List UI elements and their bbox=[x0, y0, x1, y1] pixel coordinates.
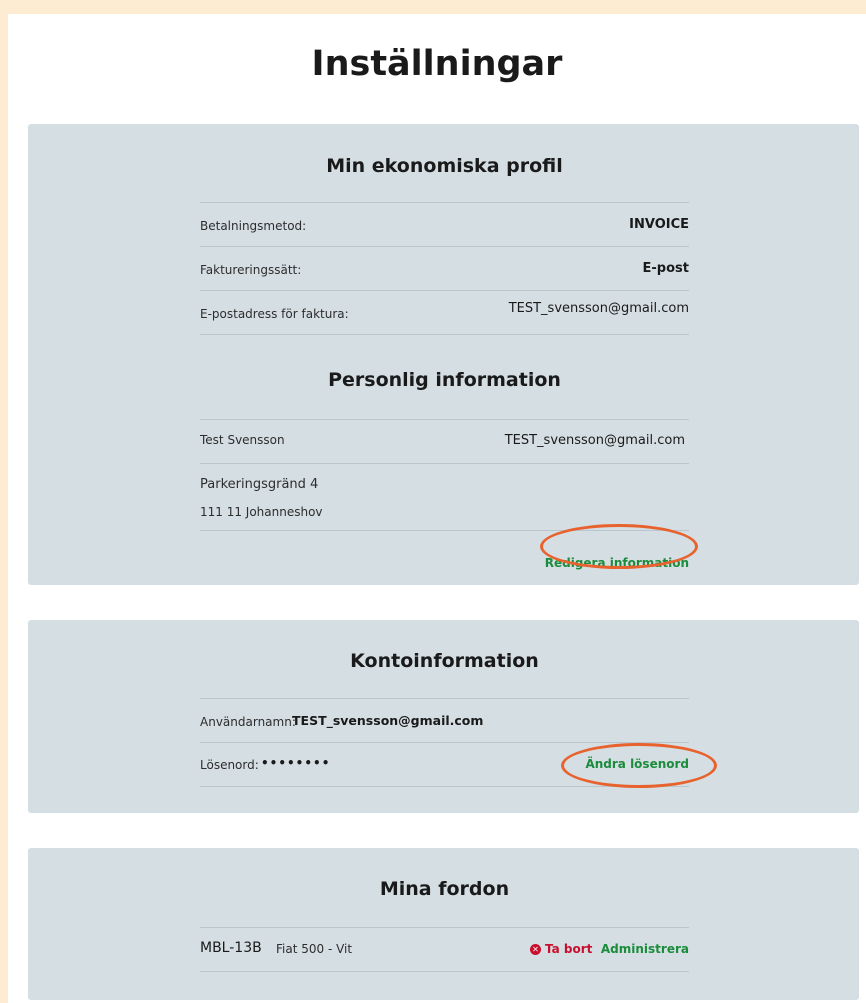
account-panel: Kontoinformation Användarnamn: TEST_sven… bbox=[28, 620, 859, 813]
vehicle-model: Fiat 500 - Vit bbox=[276, 942, 353, 956]
password-label: Lösenord: bbox=[200, 758, 259, 772]
page-title: Inställningar bbox=[311, 44, 563, 84]
account-info-title: Kontoinformation bbox=[350, 650, 539, 672]
personal-address-row: Parkeringsgränd 4 111 11 Johanneshov bbox=[200, 463, 689, 531]
remove-vehicle-button[interactable]: ✕ Ta bort bbox=[530, 942, 592, 956]
username-value: TEST_svensson@gmail.com bbox=[292, 713, 484, 728]
settings-page: Inställningar Min ekonomiska profil Beta… bbox=[8, 14, 866, 1003]
x-circle-icon: ✕ bbox=[530, 944, 541, 955]
payment-method-label: Betalningsmetod: bbox=[200, 219, 307, 233]
manage-vehicle-link[interactable]: Administrera bbox=[601, 942, 689, 956]
username-label: Användarnamn: bbox=[200, 715, 296, 729]
personal-info-title: Personlig information bbox=[328, 369, 561, 391]
billing-method-row: Faktureringssätt: E-post bbox=[200, 246, 689, 290]
invoice-email-value: TEST_svensson@gmail.com bbox=[508, 301, 689, 316]
personal-name-row: Test Svensson TEST_svensson@gmail.com bbox=[200, 419, 689, 463]
vehicle-row: MBL-13B Fiat 500 - Vit ✕ Ta bort Administ… bbox=[200, 927, 689, 972]
profile-panel: Min ekonomiska profil Betalningsmetod: I… bbox=[28, 124, 859, 585]
password-value: •••••••• bbox=[261, 756, 331, 770]
edit-information-link[interactable]: Redigera information bbox=[545, 556, 689, 570]
economic-profile-title: Min ekonomiska profil bbox=[326, 155, 563, 177]
billing-method-value: E-post bbox=[642, 261, 689, 276]
vehicles-panel: Mina fordon MBL-13B Fiat 500 - Vit ✕ Ta b… bbox=[28, 848, 859, 1000]
username-row: Användarnamn: TEST_svensson@gmail.com bbox=[200, 698, 689, 742]
remove-vehicle-label: Ta bort bbox=[545, 942, 593, 956]
invoice-email-label: E-postadress för faktura: bbox=[200, 307, 349, 321]
change-password-link[interactable]: Ändra lösenord bbox=[585, 757, 689, 771]
password-row: Lösenord: •••••••• Ändra lösenord bbox=[200, 742, 689, 787]
personal-name: Test Svensson bbox=[200, 433, 285, 447]
billing-method-label: Faktureringssätt: bbox=[200, 263, 302, 277]
vehicle-plate: MBL-13B bbox=[200, 940, 262, 956]
payment-method-row: Betalningsmetod: INVOICE bbox=[200, 202, 689, 246]
invoice-email-row: E-postadress för faktura: TEST_svensson@… bbox=[200, 290, 689, 335]
personal-email: TEST_svensson@gmail.com bbox=[504, 433, 685, 448]
payment-method-value: INVOICE bbox=[629, 217, 689, 232]
address-postal: 111 11 Johanneshov bbox=[200, 505, 323, 519]
vehicles-title: Mina fordon bbox=[379, 878, 510, 900]
address-street: Parkeringsgränd 4 bbox=[200, 477, 319, 492]
